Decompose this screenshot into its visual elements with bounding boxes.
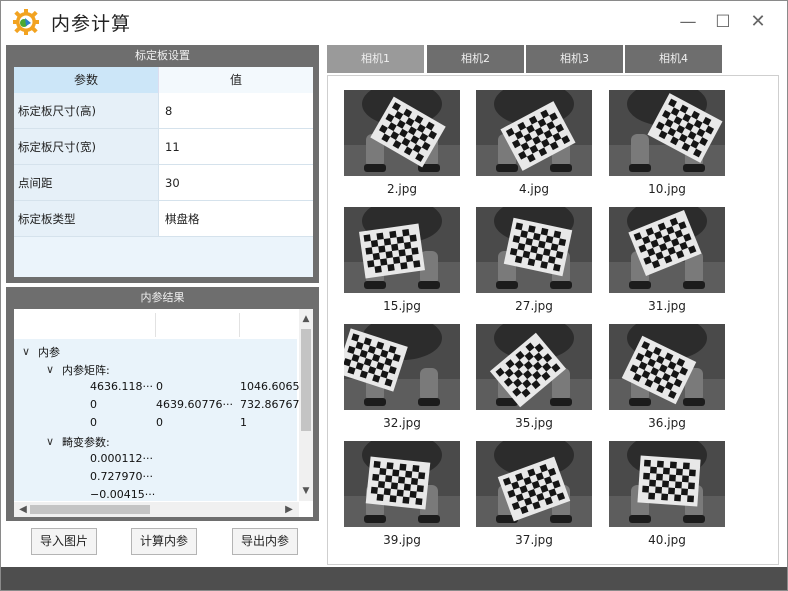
checkerboard-photo[interactable] [609,324,725,410]
param-value-field[interactable]: 11 [159,129,313,164]
scroll-down-icon[interactable]: ▼ [299,483,313,499]
scrollbar-thumb[interactable] [30,505,150,514]
matrix-cell: 0 [90,398,97,411]
matrix-cell: 1 [240,416,247,429]
horizontal-scrollbar[interactable]: ◀ ▶ [14,502,299,517]
image-filename: 37.jpg [515,533,553,547]
image-filename: 40.jpg [648,533,686,547]
chevron-down-icon[interactable]: ∨ [22,345,30,358]
vertical-scrollbar[interactable]: ▲ ▼ [299,309,313,501]
image-gallery: 2.jpg 4.jpg 10.jpg 15.jpg 27.jpg 31.jpg … [327,75,779,565]
main-window: 内参计算 — ☐ ✕ 标定板设置 参数 值 标定板尺寸(高) 8 标定板尺寸(宽… [0,0,788,591]
gear-app-icon [13,9,39,35]
param-label: 标定板尺寸(宽) [14,129,159,164]
scroll-up-icon[interactable]: ▲ [299,311,313,327]
param-label: 点间距 [14,165,159,200]
tree-node-distortion[interactable]: 畸变参数: [62,434,110,450]
param-value-field[interactable]: 棋盘格 [159,201,313,236]
param-label: 标定板尺寸(高) [14,93,159,128]
close-button[interactable]: ✕ [746,11,770,33]
table-header: 参数 值 [14,67,313,93]
intrinsics-result-panel: 内参结果 ∨ 内参 ∨ 内参矩阵: 4636.118··· 0 1046.606… [6,287,319,521]
matrix-cell: 732.86767 [240,398,300,411]
image-filename: 32.jpg [383,416,421,430]
checkerboard-photo[interactable] [476,90,592,176]
image-filename: 31.jpg [648,299,686,313]
matrix-cell: 1046.6065 [240,380,300,393]
title-bar[interactable]: 内参计算 — ☐ ✕ [1,1,787,43]
checkerboard-photo[interactable] [609,441,725,527]
param-value-field[interactable]: 8 [159,93,313,128]
matrix-cell: 4639.60776··· [156,398,233,411]
tree-node-root[interactable]: 内参 [38,344,60,360]
checkerboard-photo[interactable] [344,90,460,176]
table-row[interactable]: 标定板尺寸(宽) 11 [14,129,313,165]
status-bar [1,567,787,590]
checkerboard-photo[interactable] [609,207,725,293]
tree-column-header[interactable] [14,313,156,337]
image-filename: 2.jpg [386,182,418,196]
param-value-field[interactable]: 30 [159,165,313,200]
table-row[interactable]: 标定板尺寸(高) 8 [14,93,313,129]
image-filename: 15.jpg [383,299,421,313]
chevron-down-icon[interactable]: ∨ [46,363,54,376]
matrix-cell: 0 [156,380,163,393]
window-title: 内参计算 [51,13,132,35]
intrinsics-result-title: 内参结果 [140,291,185,304]
checkerboard-photo[interactable] [476,207,592,293]
distortion-value: 0.727970··· [90,470,153,483]
distortion-value: 0.000112··· [90,452,153,465]
matrix-cell: 0 [90,416,97,429]
tab-camera-1[interactable]: 相机1 [327,45,424,73]
checkerboard-photo[interactable] [344,441,460,527]
image-filename: 4.jpg [518,182,550,196]
matrix-cell: 0 [156,416,163,429]
minimize-button[interactable]: — [676,11,700,33]
maximize-button[interactable]: ☐ [711,11,735,33]
parameter-table: 参数 值 标定板尺寸(高) 8 标定板尺寸(宽) 11 点间距 30 标定板类型… [14,67,313,277]
checkerboard-photo[interactable] [609,90,725,176]
scroll-left-icon[interactable]: ◀ [16,502,30,517]
chevron-down-icon[interactable]: ∨ [46,435,54,448]
checkerboard-photo[interactable] [476,324,592,410]
calibration-settings-title: 标定板设置 [135,49,190,62]
image-filename: 27.jpg [515,299,553,313]
distortion-value: −0.00415··· [90,488,156,501]
compute-intrinsics-button[interactable]: 计算内参 [131,528,197,555]
calibration-settings-panel: 标定板设置 参数 值 标定板尺寸(高) 8 标定板尺寸(宽) 11 点间距 30… [6,45,319,283]
image-filename: 35.jpg [515,416,553,430]
image-filename: 39.jpg [383,533,421,547]
param-label: 标定板类型 [14,201,159,236]
result-tree[interactable]: ∨ 内参 ∨ 内参矩阵: 4636.118··· 0 1046.6065 0 4… [14,309,313,517]
column-header-param[interactable]: 参数 [14,67,159,93]
tab-camera-3[interactable]: 相机3 [526,45,623,73]
scroll-right-icon[interactable]: ▶ [282,502,296,517]
scrollbar-thumb[interactable] [301,329,311,431]
tree-column-header[interactable] [156,313,240,337]
table-row[interactable]: 标定板类型 棋盘格 [14,201,313,237]
export-intrinsics-button[interactable]: 导出内参 [232,528,298,555]
tab-camera-4[interactable]: 相机4 [625,45,722,73]
image-filename: 10.jpg [648,182,686,196]
tree-header [14,313,297,337]
image-filename: 36.jpg [648,416,686,430]
column-header-value[interactable]: 值 [159,67,313,93]
checkerboard-photo[interactable] [344,207,460,293]
tab-camera-2[interactable]: 相机2 [427,45,524,73]
checkerboard-photo[interactable] [476,441,592,527]
tree-node-matrix[interactable]: 内参矩阵: [62,362,110,378]
tree-body: ∨ 内参 ∨ 内参矩阵: 4636.118··· 0 1046.6065 0 4… [14,339,300,501]
checkerboard-photo[interactable] [344,324,460,410]
table-row[interactable]: 点间距 30 [14,165,313,201]
import-images-button[interactable]: 导入图片 [31,528,97,555]
matrix-cell: 4636.118··· [90,380,153,393]
